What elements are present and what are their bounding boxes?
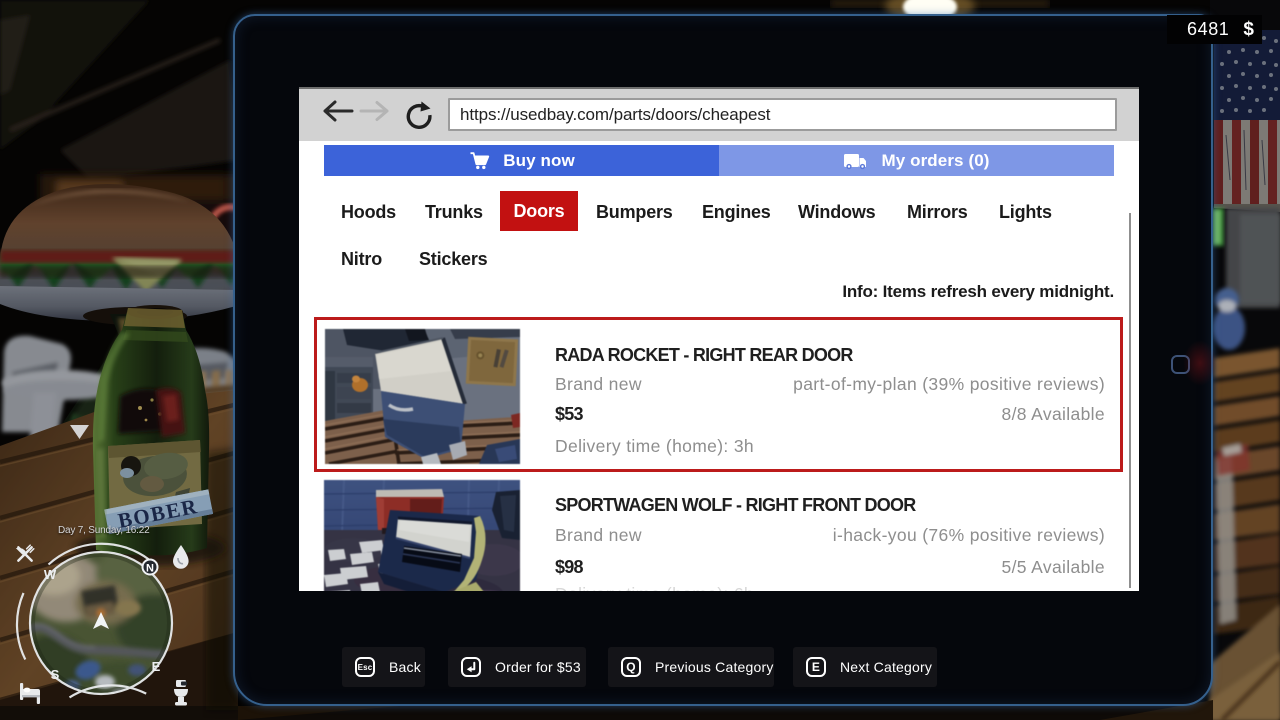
svg-text:S: S [51, 667, 60, 682]
svg-text:E: E [152, 659, 161, 674]
svg-text:N: N [146, 563, 154, 575]
svg-text:W: W [44, 567, 57, 582]
